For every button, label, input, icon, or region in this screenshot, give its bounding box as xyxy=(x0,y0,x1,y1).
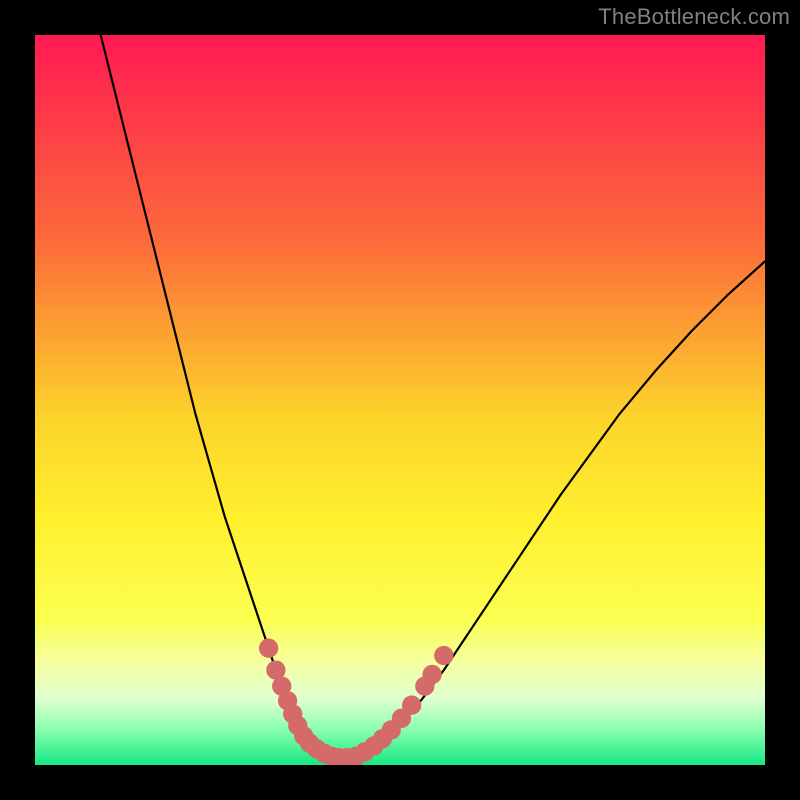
plot-area xyxy=(35,35,765,765)
bottleneck-curve xyxy=(101,35,765,758)
watermark-text: TheBottleneck.com xyxy=(598,4,790,30)
highlight-dots xyxy=(259,639,454,765)
chart-stage: TheBottleneck.com xyxy=(0,0,800,800)
curve-layer xyxy=(35,35,765,765)
